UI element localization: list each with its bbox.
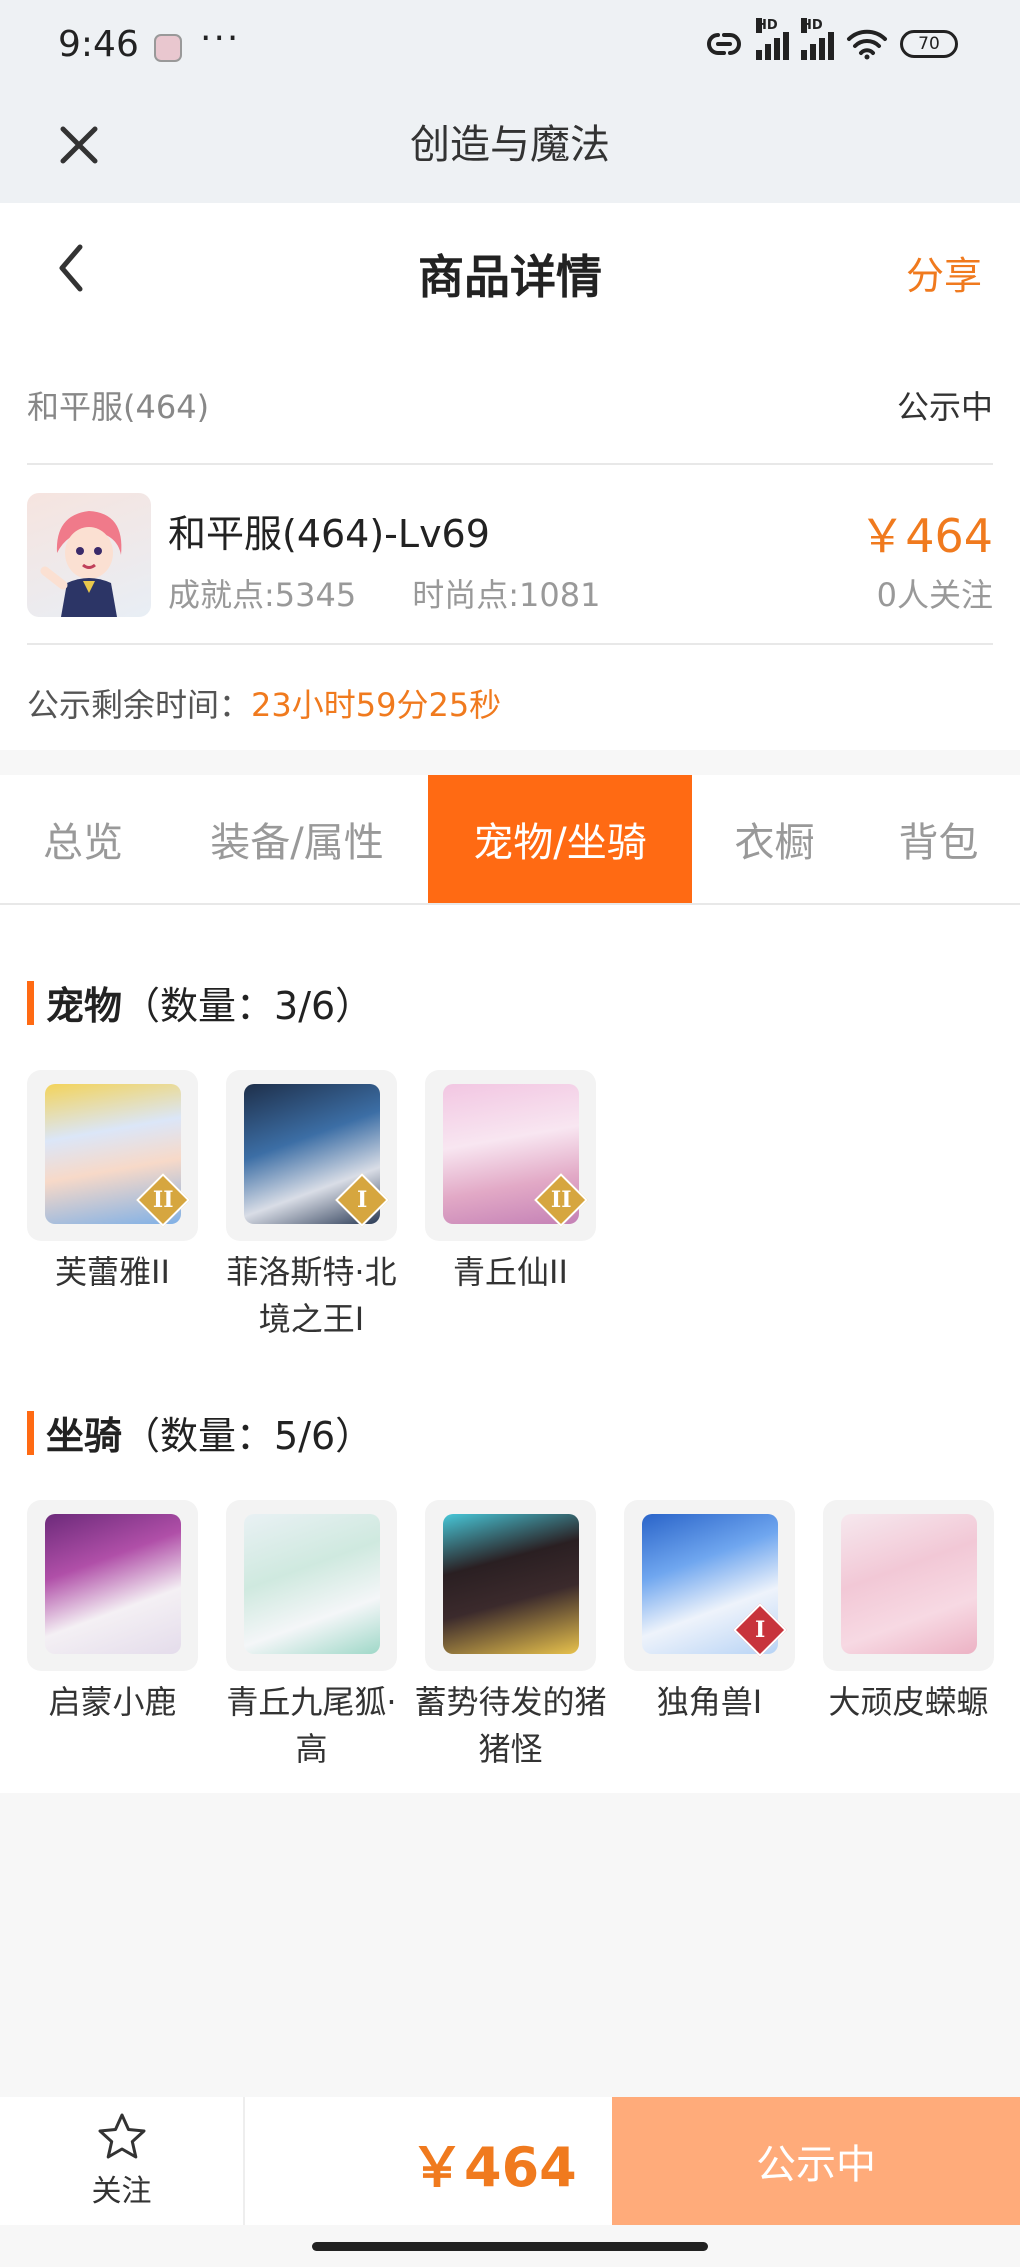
home-indicator	[312, 2242, 708, 2251]
server-row: 和平服(464) 公示中	[27, 382, 993, 428]
creature-art	[244, 1514, 380, 1654]
creature-art	[841, 1514, 977, 1654]
page-title: 商品详情	[418, 250, 602, 304]
pet-card[interactable]: II 芙蕾雅II	[27, 1070, 198, 1343]
mount-card[interactable]: I 独角兽I	[624, 1500, 795, 1773]
mount-thumbnail	[226, 1500, 397, 1671]
footer-price: ￥464	[410, 2136, 577, 2199]
product-info: 和平服(464) 公示中 和平服(464)-Lv69 成就点:5345 时尚点:…	[0, 338, 1020, 750]
pet-card[interactable]: II 青丘仙II	[425, 1070, 596, 1343]
server-name: 和平服(464)	[27, 388, 210, 426]
card-label: 启蒙小鹿	[48, 1683, 177, 1721]
mount-card[interactable]: 青丘九尾狐·高	[226, 1500, 397, 1773]
card-label: 蓄势待发的猪猪怪	[414, 1683, 607, 1768]
card-label: 青丘九尾狐·高	[226, 1683, 397, 1768]
mount-thumbnail: I	[624, 1500, 795, 1671]
card-label: 大顽皮蝾螈	[828, 1683, 989, 1721]
avatar	[27, 493, 151, 617]
notification-app-icon	[154, 34, 182, 62]
creature-art	[45, 1514, 181, 1654]
more-notifications-icon: ···	[200, 18, 241, 59]
pet-thumbnail: II	[425, 1070, 596, 1241]
pets-section-title: 宠物 （数量：3/6）	[27, 975, 373, 1030]
achievement-points: 成就点:5345	[168, 576, 357, 614]
follow-button[interactable]: 关注	[0, 2097, 243, 2225]
share-button[interactable]: 分享	[906, 245, 982, 300]
divider	[243, 2097, 245, 2225]
card-label: 独角兽I	[656, 1683, 763, 1721]
card-label: 芙蕾雅II	[55, 1253, 170, 1291]
wifi-icon	[847, 29, 887, 60]
miniapp-topbar: 创造与魔法	[0, 100, 1020, 203]
mount-card[interactable]: 启蒙小鹿	[27, 1500, 198, 1773]
remaining-time-row: 公示剩余时间：23小时59分25秒	[27, 680, 501, 726]
remaining-time-value: 23小时59分25秒	[251, 686, 502, 724]
tab-backpack[interactable]: 背包	[857, 775, 1020, 903]
section-name: 坐骑	[46, 1414, 123, 1458]
mounts-grid: 启蒙小鹿 青丘九尾狐·高 蓄势待发的猪猪怪 I 独角兽I 大顽皮蝾螈	[27, 1500, 994, 1773]
follower-count: 0人关注	[876, 576, 993, 614]
mount-thumbnail	[823, 1500, 994, 1671]
tab-wardrobe[interactable]: 衣橱	[692, 775, 857, 903]
tab-overview[interactable]: 总览	[0, 775, 166, 903]
status-badge: 公示中	[896, 388, 993, 426]
pets-grid: II 芙蕾雅II I 菲洛斯特·北境之王I II 青丘仙II	[27, 1070, 596, 1343]
divider	[27, 643, 993, 645]
card-label: 青丘仙II	[453, 1253, 568, 1291]
status-time: 9:46	[58, 24, 139, 65]
page-header: 商品详情 分享	[0, 203, 1020, 338]
card-label: 菲洛斯特·北境之王I	[226, 1253, 397, 1338]
tab-bar: 总览 装备/属性 宠物/坐骑 衣橱 背包	[0, 775, 1020, 905]
mount-card[interactable]: 蓄势待发的猪猪怪	[414, 1500, 607, 1773]
creature-art	[443, 1514, 579, 1654]
bottom-action-bar: 关注 ￥464 公示中	[0, 2097, 1020, 2225]
star-icon	[98, 2113, 145, 2159]
rank-badge-text: II	[550, 1187, 572, 1213]
pet-card[interactable]: I 菲洛斯特·北境之王I	[226, 1070, 397, 1343]
tab-equipment[interactable]: 装备/属性	[166, 775, 428, 903]
mounts-section-title: 坐骑 （数量：5/6）	[27, 1405, 373, 1460]
product-price: ￥464	[859, 509, 993, 563]
rank-badge-text: II	[152, 1187, 174, 1213]
character-portrait	[40, 511, 122, 617]
fashion-points: 时尚点:1081	[412, 576, 601, 614]
section-marker	[27, 1410, 34, 1455]
status-action-button[interactable]: 公示中	[612, 2097, 1020, 2225]
pet-thumbnail: II	[27, 1070, 198, 1241]
mount-card[interactable]: 大顽皮蝾螈	[823, 1500, 994, 1773]
pet-thumbnail: I	[226, 1070, 397, 1241]
miniapp-title: 创造与魔法	[410, 122, 610, 168]
signal-icon: HD	[801, 18, 834, 60]
status-icons: HD HD 70	[704, 18, 958, 60]
product-stats: 成就点:5345 时尚点:1081	[168, 570, 600, 616]
mount-thumbnail	[425, 1500, 596, 1671]
section-name: 宠物	[46, 984, 123, 1028]
remaining-time-label: 公示剩余时间：	[27, 686, 252, 724]
section-count: （数量：5/6）	[122, 1414, 374, 1458]
mount-thumbnail	[27, 1500, 198, 1671]
link-icon	[707, 33, 741, 55]
product-name: 和平服(464)-Lv69	[168, 512, 490, 556]
section-marker	[27, 980, 34, 1025]
signal-icon: HD	[756, 18, 789, 60]
rank-badge-text: I	[754, 1616, 766, 1643]
pets-mounts-panel: 宠物 （数量：3/6） II 芙蕾雅II I 菲洛斯特·北境之王I II 青丘仙II 坐骑（…	[0, 905, 1020, 1793]
follow-label: 关注	[91, 2174, 152, 2209]
status-bar: 9:46 ··· HD HD 70	[0, 0, 1020, 100]
tab-pets-mounts[interactable]: 宠物/坐骑	[428, 775, 692, 903]
rank-badge-text: I	[356, 1186, 368, 1213]
divider	[27, 463, 993, 465]
battery-icon: 70	[900, 30, 958, 58]
section-count: （数量：3/6）	[122, 984, 374, 1028]
